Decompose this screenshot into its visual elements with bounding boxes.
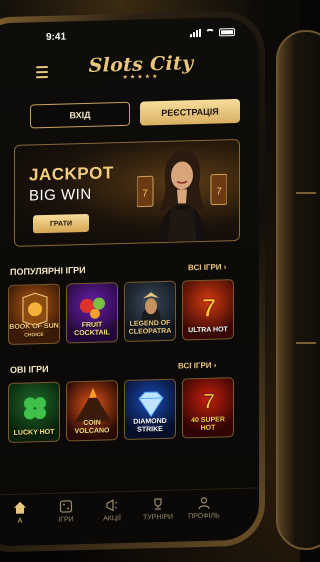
jackpot-banner[interactable]: JACKPOT BIG WIN ГРАТИ 7 7: [14, 138, 240, 247]
game-tile[interactable]: LUCKY HOT: [8, 381, 60, 444]
status-bar: 9:41: [0, 26, 259, 47]
tab-label: ПРОФІЛЬ: [188, 512, 220, 521]
megaphone-icon: [106, 499, 118, 512]
game-tile[interactable]: BOOK OF SUN CHOICE: [8, 283, 60, 346]
status-time: 9:41: [46, 31, 67, 44]
game-label: FRUIT COCKTAIL: [74, 321, 110, 337]
tab-label: ІГРИ: [58, 516, 74, 524]
game-tile[interactable]: LEGEND OF CLEOPATRA: [124, 280, 176, 342]
banner-woman-illustration: 7 7: [137, 150, 227, 245]
bottom-tab-bar: А ІГРИ АКЦІЇ ТУРНІРИ ПРОФІЛЬ: [0, 487, 259, 547]
battery-icon: [219, 28, 235, 37]
game-tile[interactable]: 7 40 SUPER HOT: [182, 377, 234, 439]
popular-all-games-link[interactable]: ВСІ ІГРИ ›: [188, 262, 226, 272]
new-games-title: ОВІ ІГРИ: [10, 363, 49, 375]
svg-text:7: 7: [142, 188, 148, 199]
tab-games[interactable]: ІГРИ: [44, 499, 88, 524]
game-label: BOOK OF SUN CHOICE: [9, 322, 59, 339]
game-label: LUCKY HOT: [13, 428, 55, 437]
popular-games-row: BOOK OF SUN CHOICE FRUIT COCKTAIL LEGEND …: [8, 279, 234, 346]
game-label: COIN VOLCANO: [74, 419, 110, 435]
banner-title: JACKPOT: [29, 163, 114, 185]
tab-home[interactable]: А: [0, 500, 42, 525]
second-phone: [276, 30, 320, 550]
user-icon: [198, 497, 210, 510]
game-label: ULTRA HOT: [188, 325, 228, 334]
auth-buttons: ВХІД РЕЄСТРАЦІЯ: [30, 98, 240, 129]
login-button[interactable]: ВХІД: [30, 101, 130, 129]
game-label: DIAMOND STRIKE: [133, 418, 167, 434]
tab-label: ТУРНІРИ: [142, 513, 174, 522]
game-tile[interactable]: FRUIT COCKTAIL: [66, 282, 118, 344]
game-tile[interactable]: COIN VOLCANO: [66, 380, 118, 442]
popular-games-title: ПОПУЛЯРНІ ІГРИ: [10, 264, 86, 277]
app-screen: 9:41 Slots City ★★★★★ ВХІД РЕЄСТРАЦІЯ JA…: [0, 16, 259, 547]
status-icons: [190, 28, 235, 38]
tab-label: А: [17, 517, 23, 525]
logo: Slots City ★★★★★: [86, 52, 196, 82]
new-games-row: LUCKY HOT COIN VOLCANO DIAMOND STRIKE 7: [8, 377, 234, 444]
home-icon: [14, 501, 26, 514]
banner-play-button[interactable]: ГРАТИ: [33, 213, 89, 234]
tab-profile[interactable]: ПРОФІЛЬ: [182, 495, 226, 520]
dice-icon: [59, 500, 73, 513]
second-phone-detail: [296, 192, 316, 194]
game-tile[interactable]: 7 ULTRA HOT: [182, 279, 234, 341]
svg-text:7: 7: [216, 186, 222, 197]
game-label: 40 SUPER HOT: [191, 416, 225, 432]
svg-text:7: 7: [203, 389, 215, 414]
game-label: LEGEND OF CLEOPATRA: [128, 320, 172, 336]
menu-icon[interactable]: [36, 65, 48, 79]
game-tile[interactable]: DIAMOND STRIKE: [124, 378, 176, 440]
phone-frame: 9:41 Slots City ★★★★★ ВХІД РЕЄСТРАЦІЯ JA…: [0, 10, 265, 554]
second-phone-detail: [296, 342, 316, 344]
trophy-icon: [154, 498, 162, 510]
svg-text:7: 7: [202, 293, 216, 323]
signal-icon: [190, 28, 201, 38]
app-header: Slots City ★★★★★: [0, 46, 259, 93]
tab-promotions[interactable]: АКЦІЇ: [90, 498, 134, 523]
new-all-games-link[interactable]: ВСІ ІГРИ ›: [178, 361, 216, 371]
register-button[interactable]: РЕЄСТРАЦІЯ: [140, 98, 240, 126]
tab-label: АКЦІЇ: [103, 515, 121, 523]
wifi-icon: [205, 28, 215, 37]
banner-subtitle: BIG WIN: [29, 185, 92, 205]
tab-tournaments[interactable]: ТУРНІРИ: [136, 497, 180, 522]
